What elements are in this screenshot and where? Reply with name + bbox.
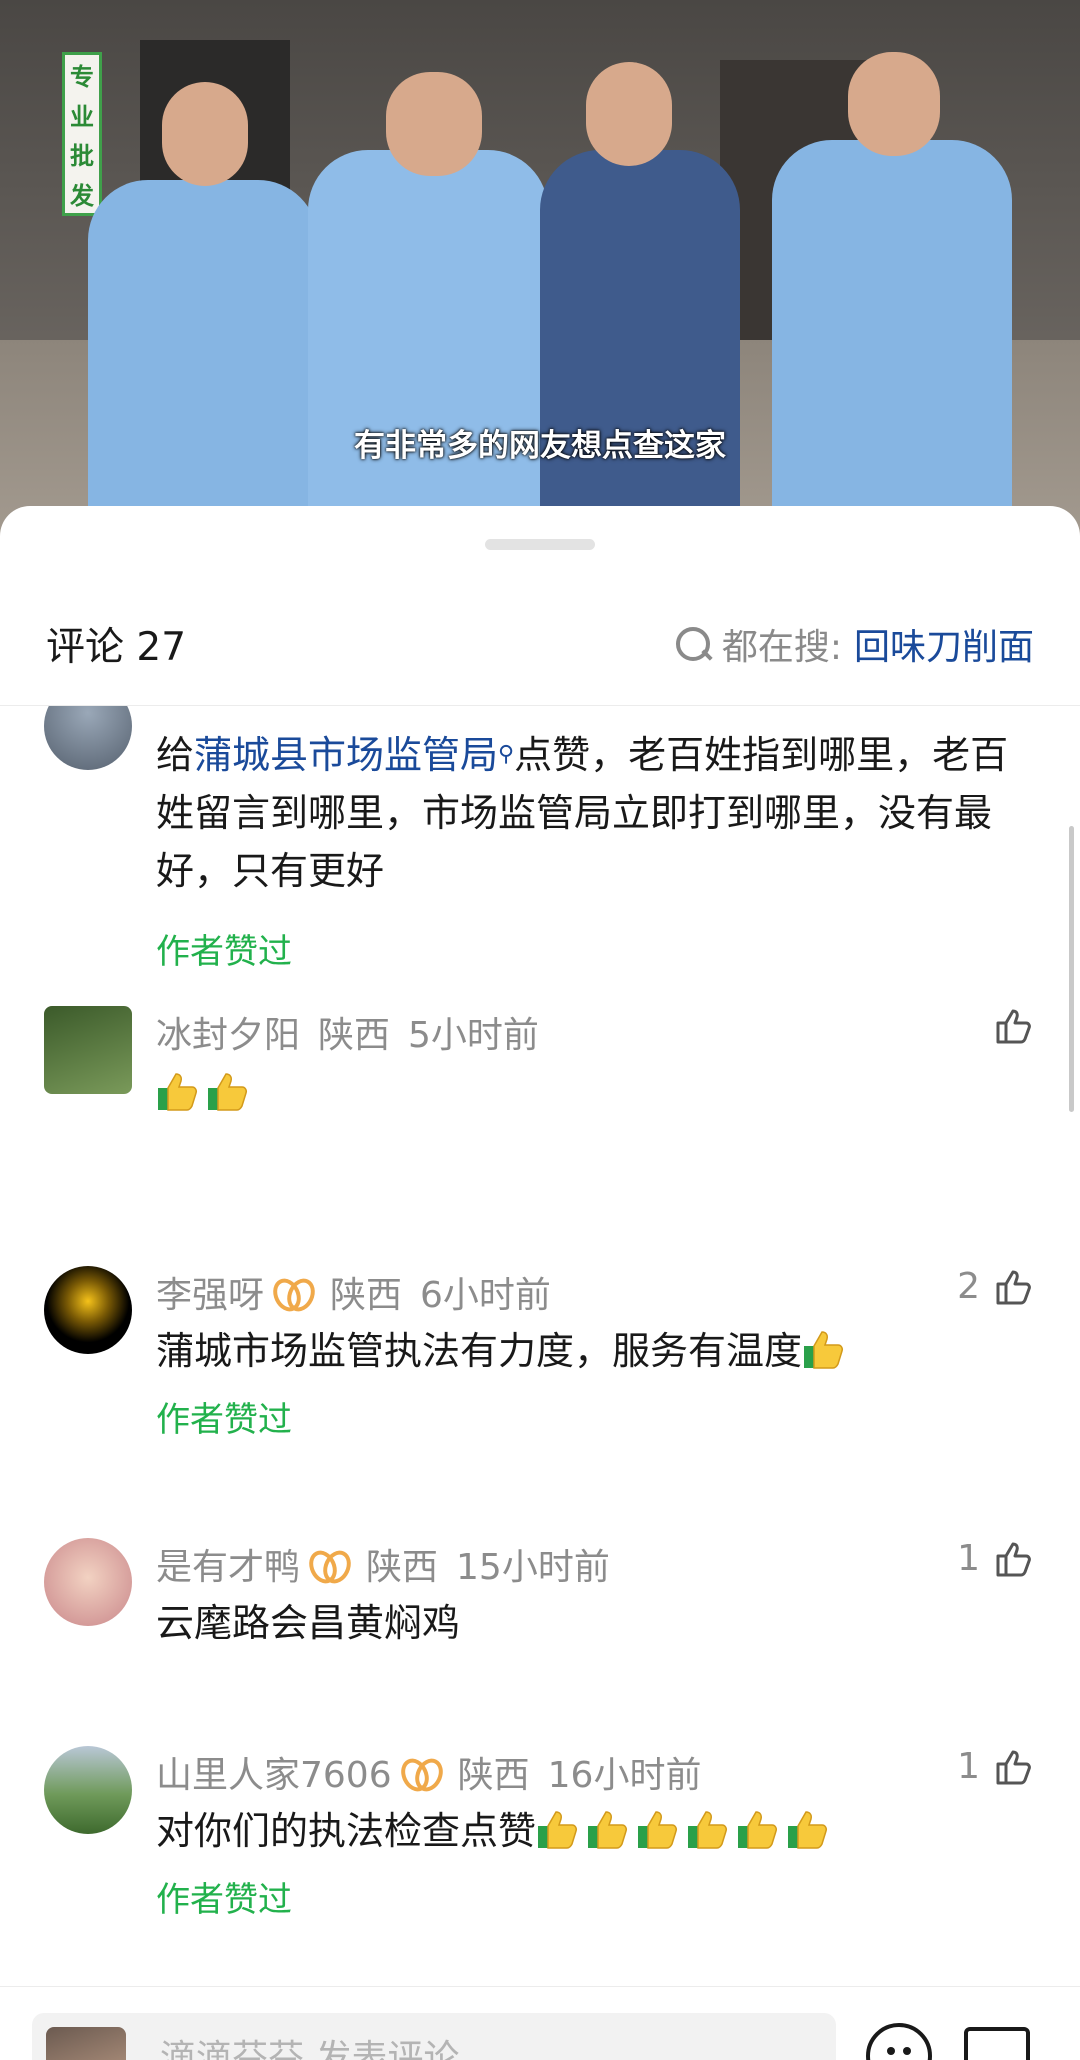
store-sign-char: 专 bbox=[70, 63, 94, 92]
comment-item: 冰封夕阳 陕西 5小时前 bbox=[0, 1006, 1080, 1166]
author-liked-label: 作者赞过 bbox=[156, 1880, 292, 1920]
thumb-up-icon bbox=[996, 1009, 1031, 1044]
like-button[interactable] bbox=[994, 1006, 1034, 1046]
store-sign-char: 发 bbox=[70, 181, 94, 210]
like-count: 2 bbox=[957, 1266, 980, 1307]
comment-input-bar: 滴滴芬芬 发表评论 bbox=[0, 1986, 1080, 2060]
emoji-icon[interactable] bbox=[866, 2023, 932, 2060]
avatar[interactable] bbox=[44, 1266, 132, 1354]
thumbs-up-emoji bbox=[788, 1811, 828, 1849]
username[interactable]: 山里人家7606 bbox=[156, 1746, 392, 1798]
comment-meta: 冰封夕阳 陕西 5小时前 bbox=[156, 1006, 539, 1058]
comment-input-placeholder: 滴滴芬芬 发表评论 bbox=[160, 2038, 460, 2060]
trending-search[interactable]: 都在搜: 回味刀削面 bbox=[672, 618, 1034, 670]
sheet-drag-handle[interactable] bbox=[485, 539, 595, 550]
timestamp: 16小时前 bbox=[547, 1755, 702, 1796]
thumbs-up-emoji bbox=[804, 1331, 844, 1369]
comment-sheet: 评论 27 都在搜: 回味刀削面 给蒲城县市场监管局⚲点赞，老百姓指到哪里，老百… bbox=[0, 506, 1080, 2060]
username[interactable]: 是有才鸭 bbox=[156, 1538, 300, 1590]
comment-item: 李强呀 陕西 6小时前 2 蒲城市场监管执法有力度，服务有温度 作者赞过 bbox=[0, 1266, 1080, 1466]
timestamp: 15小时前 bbox=[456, 1547, 610, 1588]
person-3-head bbox=[586, 62, 672, 166]
region: 陕西 bbox=[457, 1755, 530, 1796]
scrollbar[interactable] bbox=[1069, 826, 1074, 1112]
avatar[interactable] bbox=[44, 706, 132, 770]
search-link[interactable]: 回味刀削面 bbox=[854, 618, 1034, 670]
comment-count-title: 评论 27 bbox=[46, 625, 187, 670]
video-preview[interactable]: 专 业 批 发 有非常多的网友想点查这家 bbox=[0, 0, 1080, 540]
thumbs-up-emoji bbox=[158, 1073, 197, 1111]
timestamp: 6小时前 bbox=[420, 1275, 551, 1316]
search-icon: ⚲ bbox=[498, 742, 515, 767]
person-4 bbox=[772, 140, 1012, 540]
region: 陕西 bbox=[330, 1275, 403, 1316]
my-avatar bbox=[46, 2027, 126, 2060]
author-liked-label: 作者赞过 bbox=[156, 1400, 292, 1440]
thumbs-up-emoji bbox=[208, 1073, 247, 1111]
store-sign-char: 业 bbox=[70, 102, 94, 131]
person-1 bbox=[88, 180, 318, 540]
comment-header: 评论 27 都在搜: 回味刀削面 bbox=[0, 596, 1080, 706]
comment-item: 给蒲城县市场监管局⚲点赞，老百姓指到哪里，老百姓留言到哪里，市场监管局立即打到哪… bbox=[0, 706, 1080, 972]
username[interactable]: 冰封夕阳 bbox=[156, 1006, 300, 1058]
like-count: 1 bbox=[957, 1538, 980, 1579]
thumb-up-icon bbox=[996, 1750, 1031, 1784]
search-icon bbox=[672, 623, 714, 665]
person-2-head bbox=[386, 72, 482, 176]
person-4-head bbox=[848, 52, 940, 156]
video-caption: 有非常多的网友想点查这家 bbox=[354, 428, 726, 464]
thumb-up-icon bbox=[996, 1270, 1031, 1304]
fan-badge-icon bbox=[274, 1275, 314, 1309]
comment-text: 云麾路会昌黄焖鸡 bbox=[156, 1601, 461, 1645]
comment-meta: 是有才鸭 陕西 15小时前 bbox=[156, 1538, 610, 1590]
thumbs-up-emoji bbox=[688, 1811, 728, 1849]
comment-list[interactable]: 给蒲城县市场监管局⚲点赞，老百姓指到哪里，老百姓留言到哪里，市场监管局立即打到哪… bbox=[0, 706, 1080, 1986]
avatar[interactable] bbox=[44, 1746, 132, 1834]
comment-body: 蒲城市场监管执法有力度，服务有温度 bbox=[156, 1322, 1036, 1380]
avatar[interactable] bbox=[44, 1006, 132, 1094]
comment-item: 山里人家7606 陕西 16小时前 1 对你们的执法检查点赞 作者赞过 bbox=[0, 1746, 1080, 1946]
fan-badge-icon bbox=[310, 1547, 350, 1581]
comment-body: 云麾路会昌黄焖鸡 bbox=[156, 1594, 1036, 1652]
username[interactable]: 李强呀 bbox=[156, 1266, 264, 1318]
thumbs-up-emoji bbox=[738, 1811, 778, 1849]
search-label: 都在搜: bbox=[721, 627, 842, 668]
person-1-head bbox=[162, 82, 248, 186]
image-icon[interactable] bbox=[964, 2027, 1030, 2060]
comment-text: 蒲城市场监管执法有力度，服务有温度 bbox=[156, 1329, 803, 1373]
person-3 bbox=[540, 150, 740, 540]
like-button[interactable]: 1 bbox=[957, 1538, 1034, 1579]
comment-body bbox=[156, 1064, 1036, 1122]
thumbs-up-emoji bbox=[588, 1811, 628, 1849]
region: 陕西 bbox=[366, 1547, 439, 1588]
like-button[interactable]: 2 bbox=[957, 1266, 1034, 1307]
avatar[interactable] bbox=[44, 1538, 132, 1626]
comment-body: 给蒲城县市场监管局⚲点赞，老百姓指到哪里，老百姓留言到哪里，市场监管局立即打到哪… bbox=[156, 726, 1036, 900]
timestamp: 5小时前 bbox=[408, 1015, 539, 1056]
like-button[interactable]: 1 bbox=[957, 1746, 1034, 1787]
store-sign: 专 业 批 发 bbox=[62, 52, 102, 216]
comment-link[interactable]: 蒲城县市场监管局 bbox=[194, 733, 498, 777]
region: 陕西 bbox=[318, 1015, 391, 1056]
comment-meta: 山里人家7606 陕西 16小时前 bbox=[156, 1746, 701, 1798]
like-count: 1 bbox=[957, 1746, 980, 1787]
comment-text: 给 bbox=[156, 733, 195, 777]
store-sign-char: 批 bbox=[70, 142, 94, 171]
comment-item: 是有才鸭 陕西 15小时前 1 云麾路会昌黄焖鸡 bbox=[0, 1538, 1080, 1678]
person-2 bbox=[308, 150, 548, 540]
thumbs-up-emoji bbox=[638, 1811, 678, 1849]
comment-body: 对你们的执法检查点赞 bbox=[156, 1802, 1036, 1860]
comment-meta: 李强呀 陕西 6小时前 bbox=[156, 1266, 551, 1318]
author-liked-label: 作者赞过 bbox=[156, 932, 292, 972]
thumb-up-icon bbox=[996, 1542, 1031, 1576]
fan-badge-icon bbox=[402, 1755, 442, 1789]
comment-text: 对你们的执法检查点赞 bbox=[156, 1809, 537, 1853]
thumbs-up-emoji bbox=[538, 1811, 578, 1849]
